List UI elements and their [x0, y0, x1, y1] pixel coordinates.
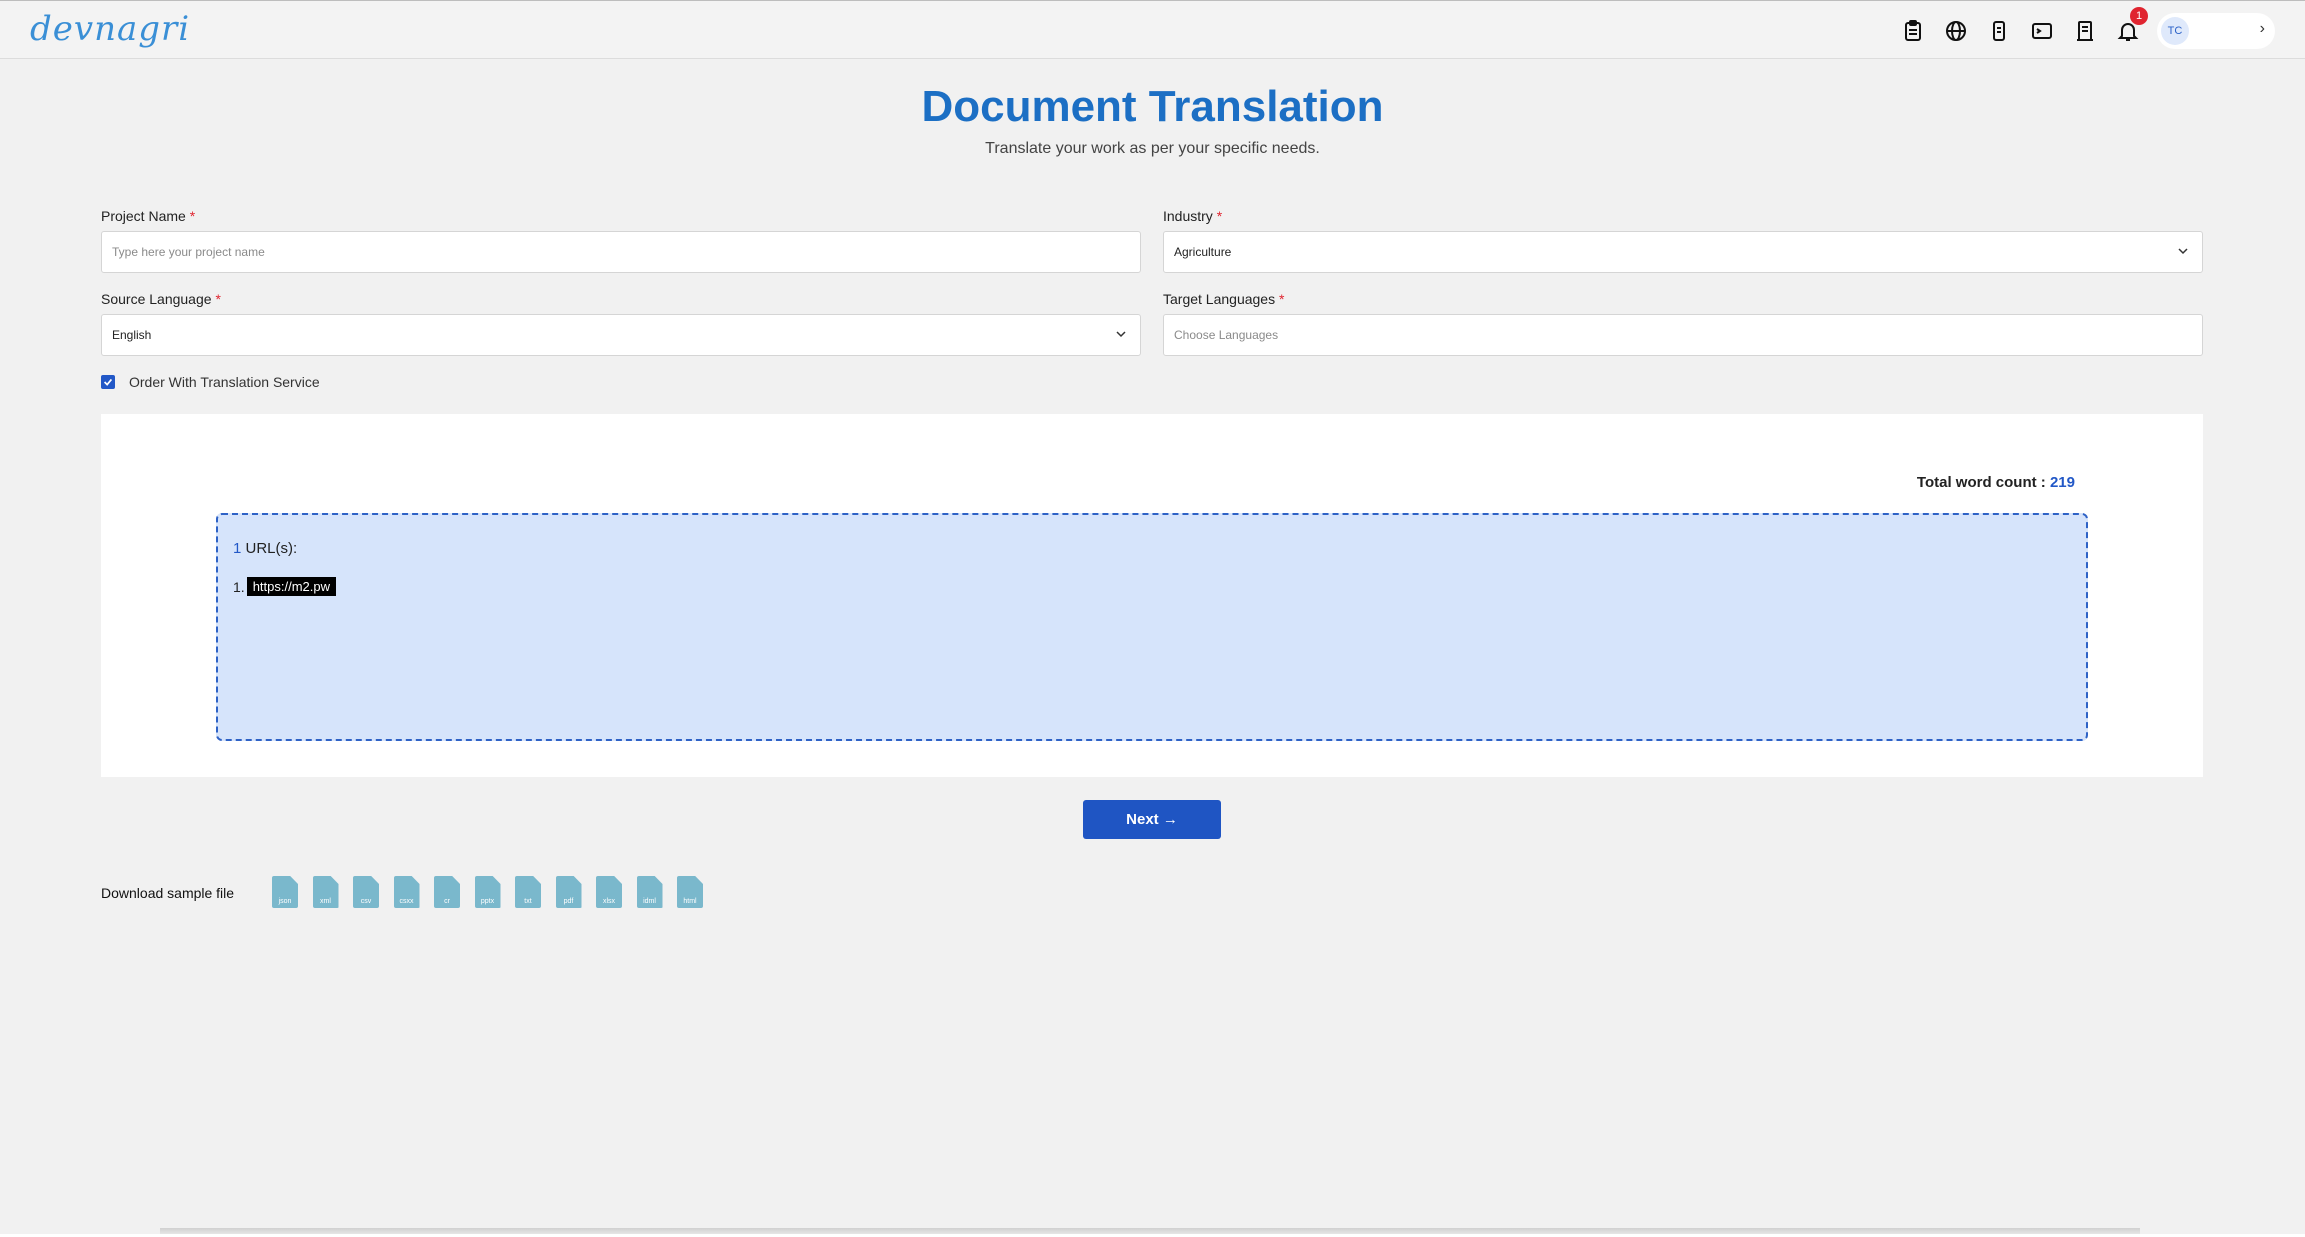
- xlsx-file-icon[interactable]: xlsx: [596, 876, 622, 908]
- file-type-label: txt: [524, 898, 532, 905]
- next-button[interactable]: Next →: [1083, 800, 1221, 839]
- word-count: Total word count : 219: [1917, 474, 2075, 491]
- globe-icon[interactable]: [1938, 13, 1974, 49]
- target-languages-label-text: Target Languages: [1163, 291, 1276, 307]
- csxx-file-icon[interactable]: csxx: [393, 876, 420, 908]
- devnagri-logo[interactable]: devnagri: [30, 9, 190, 49]
- pptx-file-icon[interactable]: pptx: [474, 876, 501, 908]
- word-count-value: 219: [2049, 474, 2075, 491]
- bell-icon[interactable]: 1: [2110, 7, 2148, 49]
- file-type-label: csxx: [399, 898, 414, 905]
- page-subtitle: Translate your work as per your specific…: [985, 140, 1320, 157]
- page-title: Document Translation: [921, 82, 1384, 131]
- order-service-label[interactable]: Order With Translation Service: [129, 374, 320, 390]
- file-type-label: xlsx: [602, 898, 616, 905]
- source-language-label-text: Source Language: [101, 291, 212, 307]
- file-type-label: idml: [643, 898, 656, 905]
- word-count-label: Total word count :: [1916, 474, 2046, 491]
- target-languages-placeholder: Choose Languages: [1174, 328, 1279, 342]
- required-marker: *: [215, 291, 221, 307]
- profile-menu[interactable]: TC ›: [2157, 13, 2275, 49]
- industry-label-text: Industry: [1163, 208, 1213, 224]
- download-sample-label: Download sample file: [101, 885, 235, 901]
- industry-value: Agriculture: [1174, 245, 1232, 259]
- required-marker: *: [1278, 291, 1285, 307]
- project-name-input[interactable]: [101, 231, 1141, 273]
- file-type-label: json: [278, 898, 292, 905]
- file-type-label: csv: [360, 898, 372, 905]
- url-dropzone[interactable]: 1 URL(s): 1. https://m2.pw: [216, 513, 2088, 741]
- notification-badge: 1: [2130, 7, 2148, 25]
- chevron-down-icon: [2178, 248, 2188, 255]
- idml-file-icon[interactable]: idml: [636, 876, 663, 908]
- header-actions: 1 TC ›: [1895, 7, 2275, 49]
- file-type-label: xml: [320, 898, 331, 905]
- file-type-label: cr: [444, 898, 450, 905]
- url-count: 1: [233, 540, 242, 557]
- url-heading: 1 URL(s):: [233, 540, 297, 557]
- target-languages-select[interactable]: Choose Languages: [1163, 314, 2203, 356]
- csv-file-icon[interactable]: csv: [353, 876, 379, 908]
- chevron-right-icon: ›: [2259, 20, 2265, 37]
- chevron-down-icon: [1116, 331, 1126, 338]
- upload-panel: Total word count : 219 1 URL(s): 1. http…: [101, 414, 2203, 777]
- sample-file-list: json xml csv csxx cr pptx txt pdf xlsx i…: [272, 876, 718, 908]
- order-service-checkbox[interactable]: [101, 375, 115, 389]
- json-file-icon[interactable]: json: [272, 876, 298, 908]
- mobile-icon[interactable]: [1981, 13, 2017, 49]
- txt-file-icon[interactable]: txt: [515, 876, 541, 908]
- industry-select[interactable]: Agriculture: [1163, 231, 2203, 273]
- url-list-item: 1. https://m2.pw: [233, 577, 336, 596]
- file-type-label: pptx: [480, 898, 495, 905]
- url-link[interactable]: https://m2.pw: [246, 577, 336, 596]
- document-icon[interactable]: [2067, 13, 2103, 49]
- source-language-select[interactable]: English: [101, 314, 1141, 356]
- cr-file-icon[interactable]: cr: [434, 876, 460, 908]
- top-navigation-bar: devnagri 1 TC ›: [0, 0, 2305, 59]
- required-marker: *: [189, 208, 196, 224]
- industry-label: Industry *: [1163, 208, 1222, 224]
- file-type-label: pdf: [563, 898, 574, 905]
- html-file-icon[interactable]: html: [677, 876, 703, 908]
- project-name-label-text: Project Name: [101, 208, 186, 224]
- url-index: 1.: [233, 578, 245, 595]
- terminal-icon[interactable]: [2024, 13, 2060, 49]
- source-language-label: Source Language *: [101, 291, 221, 307]
- target-languages-label: Target Languages *: [1163, 291, 1284, 307]
- pdf-file-icon[interactable]: pdf: [555, 876, 582, 908]
- checkmark-icon: [103, 378, 113, 386]
- required-marker: *: [1216, 208, 1223, 224]
- clipboard-icon[interactable]: [1895, 13, 1931, 49]
- url-heading-text: URL(s):: [245, 540, 298, 557]
- xml-file-icon[interactable]: xml: [312, 876, 339, 908]
- source-language-value: English: [112, 328, 152, 342]
- project-name-label: Project Name *: [101, 208, 195, 224]
- file-type-label: html: [683, 898, 697, 905]
- avatar: TC: [2161, 17, 2189, 45]
